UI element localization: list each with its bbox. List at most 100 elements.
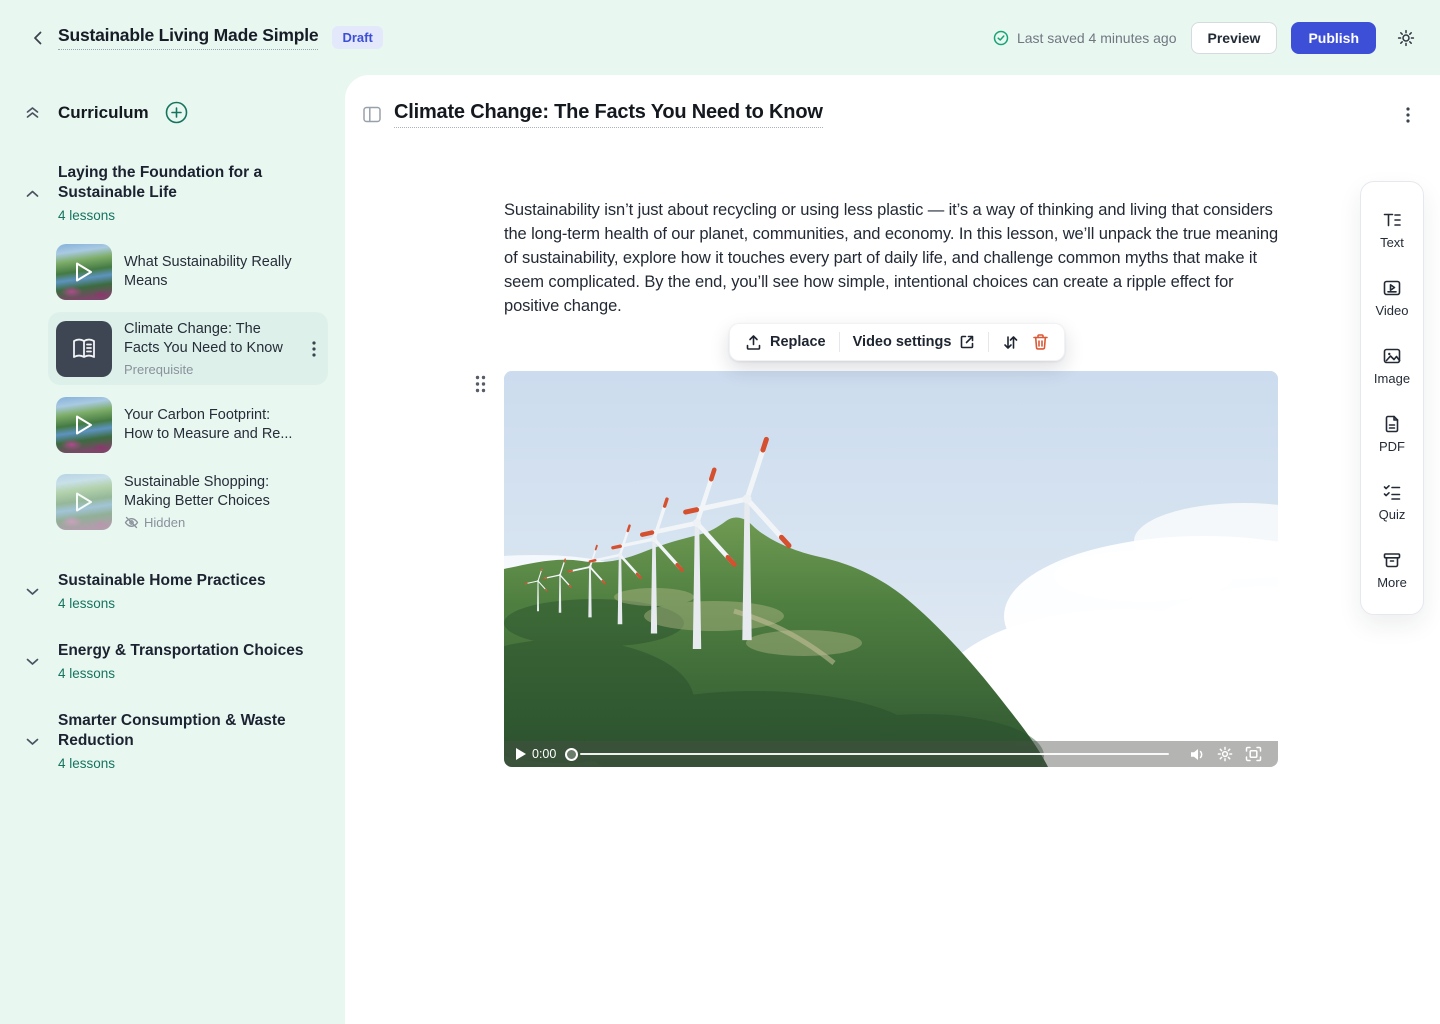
chevron-left-icon <box>30 30 46 46</box>
scrubber-handle[interactable] <box>565 748 578 761</box>
section-lesson-count: 4 lessons <box>58 666 313 681</box>
collapse-all-button[interactable] <box>24 104 41 121</box>
play-icon <box>74 414 94 436</box>
section-title[interactable]: Energy & Transportation Choices <box>58 641 313 661</box>
publish-button[interactable]: Publish <box>1291 22 1376 54</box>
quiz-icon <box>1382 482 1402 502</box>
last-saved-text: Last saved 4 minutes ago <box>1017 30 1177 46</box>
divider <box>839 332 840 352</box>
trash-icon <box>1032 333 1049 351</box>
hidden-label: Hidden <box>144 515 185 530</box>
reorder-button[interactable] <box>1002 334 1019 351</box>
external-link-icon <box>959 334 975 350</box>
section-home-practices: Sustainable Home Practices 4 lessons <box>24 571 324 611</box>
divider <box>988 332 989 352</box>
lesson-item-sustainable-shopping[interactable]: Sustainable Shopping: Making Better Choi… <box>48 465 328 538</box>
preview-button[interactable]: Preview <box>1191 22 1278 54</box>
delete-block-button[interactable] <box>1032 333 1049 351</box>
palette-item-quiz[interactable]: Quiz <box>1361 468 1423 536</box>
drag-handle-icon[interactable] <box>475 375 486 393</box>
page-title[interactable]: Climate Change: The Facts You Need to Kn… <box>394 101 823 128</box>
book-open-icon <box>71 337 97 361</box>
gear-icon <box>1396 28 1416 48</box>
intro-paragraph[interactable]: Sustainability isn’t just about recyclin… <box>504 198 1280 318</box>
volume-icon[interactable] <box>1183 747 1211 762</box>
reading-thumbnail <box>56 321 112 377</box>
panel-layout-icon <box>363 106 381 123</box>
kebab-icon <box>312 341 316 357</box>
palette-item-pdf[interactable]: PDF <box>1361 400 1423 468</box>
double-chevron-up-icon <box>24 104 41 121</box>
curriculum-title: Curriculum <box>58 103 149 123</box>
lesson-list: What Sustainability Really Means Climate… <box>48 236 328 538</box>
lesson-title: Climate Change: The Facts You Need to Kn… <box>124 320 294 358</box>
lesson-editor: Climate Change: The Facts You Need to Kn… <box>345 75 1440 1024</box>
status-badge: Draft <box>332 26 382 49</box>
course-title[interactable]: Sustainable Living Made Simple <box>58 25 318 50</box>
section-lesson-count: 4 lessons <box>58 756 313 771</box>
lesson-kebab-menu[interactable] <box>308 337 320 361</box>
play-button[interactable] <box>514 748 532 760</box>
video-thumbnail <box>56 244 112 300</box>
back-button[interactable] <box>24 24 52 52</box>
upload-icon <box>745 334 762 351</box>
prerequisite-badge: Prerequisite <box>124 362 294 377</box>
video-controls: 0:00 <box>504 741 1278 767</box>
page-options-button[interactable] <box>1402 103 1414 127</box>
chevron-down-icon[interactable] <box>24 733 41 750</box>
more-icon <box>1382 550 1402 570</box>
palette-item-text[interactable]: Text <box>1361 196 1423 264</box>
chevron-up-icon[interactable] <box>24 185 41 202</box>
replace-button[interactable]: Replace <box>745 334 826 351</box>
sort-arrows-icon <box>1002 334 1019 351</box>
section-laying-foundation: Laying the Foundation for a Sustainable … <box>24 163 324 223</box>
lesson-item-climate-change[interactable]: Climate Change: The Facts You Need to Kn… <box>48 312 328 385</box>
video-thumbnail <box>56 397 112 453</box>
settings-button[interactable] <box>1396 28 1416 48</box>
video-icon <box>1382 278 1402 298</box>
plus-circle-icon <box>165 101 188 124</box>
time-display: 0:00 <box>532 747 556 761</box>
curriculum-sidebar: Curriculum Laying the Foundation for a S… <box>0 75 345 1024</box>
chevron-down-icon[interactable] <box>24 653 41 670</box>
curriculum-header: Curriculum <box>24 101 188 124</box>
lesson-title: Your Carbon Footprint: How to Measure an… <box>124 406 294 444</box>
play-icon <box>74 261 94 283</box>
add-section-button[interactable] <box>165 101 188 124</box>
lesson-header: Climate Change: The Facts You Need to Kn… <box>363 101 1414 128</box>
lesson-title: Sustainable Shopping: Making Better Choi… <box>124 473 294 511</box>
palette-item-more[interactable]: More <box>1361 536 1423 604</box>
lesson-title: What Sustainability Really Means <box>124 253 294 291</box>
text-icon <box>1382 210 1402 230</box>
video-settings-button[interactable]: Video settings <box>853 334 976 350</box>
lesson-item-what-sustainability[interactable]: What Sustainability Really Means <box>48 236 328 308</box>
section-title[interactable]: Sustainable Home Practices <box>58 571 313 591</box>
video-scene-wind-turbines <box>504 371 1278 767</box>
lesson-item-carbon-footprint[interactable]: Your Carbon Footprint: How to Measure an… <box>48 389 328 461</box>
chevron-down-icon[interactable] <box>24 583 41 600</box>
pdf-icon <box>1382 414 1402 434</box>
section-lesson-count: 4 lessons <box>58 208 313 223</box>
check-circle-icon <box>993 30 1009 46</box>
block-palette: Text Video Image PDF Quiz More <box>1360 181 1424 615</box>
play-icon <box>74 491 94 513</box>
sidebar-toggle-button[interactable] <box>363 106 381 123</box>
section-lesson-count: 4 lessons <box>58 596 313 611</box>
section-title[interactable]: Smarter Consumption & Waste Reduction <box>58 711 313 751</box>
progress-track[interactable] <box>580 753 1169 755</box>
palette-item-image[interactable]: Image <box>1361 332 1423 400</box>
topbar: Sustainable Living Made Simple Draft Las… <box>0 0 1440 75</box>
section-energy-transportation: Energy & Transportation Choices 4 lesson… <box>24 641 324 681</box>
section-smarter-consumption: Smarter Consumption & Waste Reduction 4 … <box>24 711 324 771</box>
image-icon <box>1382 346 1402 366</box>
player-settings-icon[interactable] <box>1211 746 1239 762</box>
video-thumbnail <box>56 474 112 530</box>
eye-off-icon <box>124 515 139 530</box>
save-status: Last saved 4 minutes ago <box>993 30 1177 46</box>
video-player[interactable]: 0:00 <box>504 371 1278 767</box>
block-toolbar: Replace Video settings <box>729 323 1065 361</box>
kebab-icon <box>1406 107 1410 123</box>
palette-item-video[interactable]: Video <box>1361 264 1423 332</box>
section-title[interactable]: Laying the Foundation for a Sustainable … <box>58 163 313 203</box>
fullscreen-icon[interactable] <box>1239 746 1268 762</box>
